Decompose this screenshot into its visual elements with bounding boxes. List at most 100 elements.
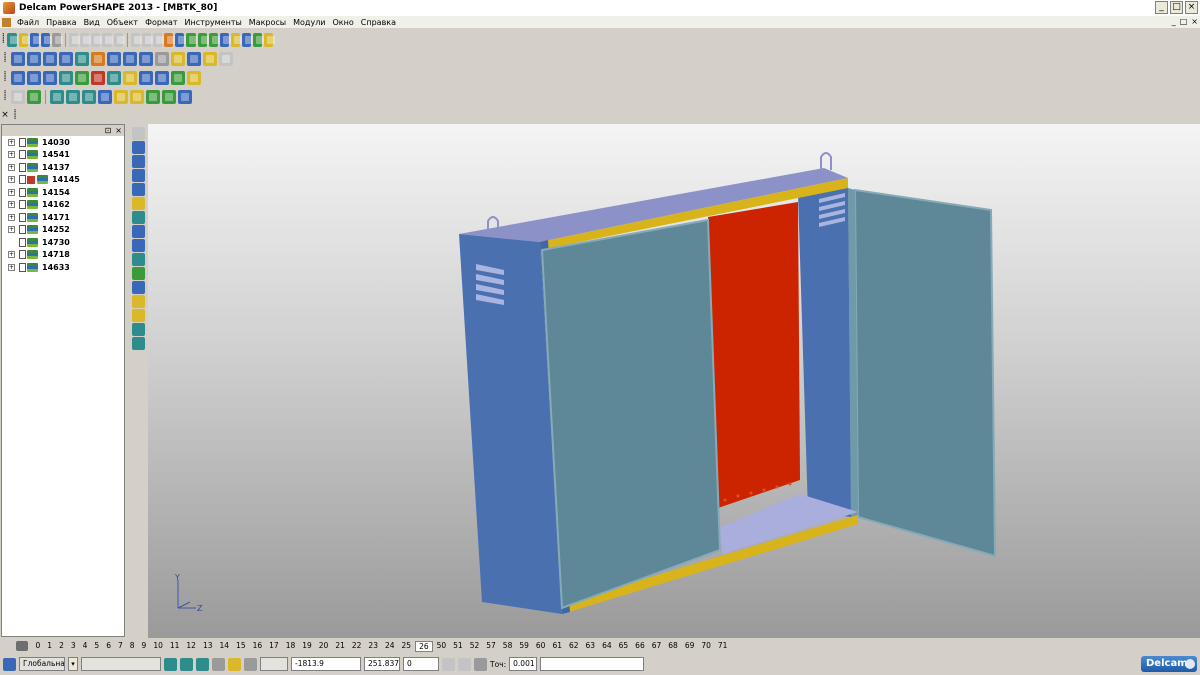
- close-button[interactable]: ×: [1185, 1, 1198, 14]
- measure-icon[interactable]: [132, 309, 145, 322]
- level-52-button[interactable]: 52: [466, 641, 483, 652]
- expand-icon[interactable]: +: [8, 251, 15, 259]
- block-icon[interactable]: [123, 70, 137, 85]
- expand-icon[interactable]: +: [8, 176, 15, 184]
- level-20-button[interactable]: 20: [315, 641, 332, 652]
- view-rotate-icon[interactable]: [75, 51, 89, 66]
- tree-item[interactable]: +14145: [2, 174, 124, 187]
- cone-icon[interactable]: [107, 70, 121, 85]
- level-12-button[interactable]: 12: [183, 641, 200, 652]
- drafting-icon[interactable]: [132, 323, 145, 336]
- close-toolbar-icon[interactable]: ×: [0, 107, 10, 124]
- menu-tools[interactable]: Инструменты: [182, 18, 246, 27]
- tolerance-icon[interactable]: [474, 657, 487, 671]
- pattern-icon[interactable]: [146, 89, 160, 104]
- level-16-button[interactable]: 16: [249, 641, 266, 652]
- arc-icon[interactable]: [43, 70, 57, 85]
- split-icon[interactable]: [178, 89, 192, 104]
- select-arrow-icon[interactable]: [132, 127, 145, 140]
- tree-item[interactable]: +14162: [2, 199, 124, 212]
- menu-macros[interactable]: Макросы: [246, 18, 290, 27]
- levels-icon[interactable]: [16, 641, 28, 651]
- level-61-button[interactable]: 61: [549, 641, 566, 652]
- level-4-button[interactable]: 4: [79, 641, 91, 652]
- command-input[interactable]: [540, 657, 645, 671]
- level-18-button[interactable]: 18: [282, 641, 299, 652]
- level-65-button[interactable]: 65: [615, 641, 632, 652]
- print-icon[interactable]: [51, 32, 63, 47]
- level-62-button[interactable]: 62: [565, 641, 582, 652]
- move-object-icon[interactable]: [132, 169, 145, 182]
- level-25-button[interactable]: 25: [398, 641, 415, 652]
- toolbar-grip-icon[interactable]: ⸽: [10, 107, 20, 124]
- workplane-select[interactable]: Глобальна: [19, 657, 65, 671]
- menu-format[interactable]: Формат: [142, 18, 181, 27]
- zoom-icon[interactable]: [107, 51, 121, 66]
- undo-icon[interactable]: [131, 32, 143, 47]
- level-14-button[interactable]: 14: [216, 641, 233, 652]
- level-11-button[interactable]: 11: [166, 641, 183, 652]
- wireframe-icon[interactable]: [187, 51, 201, 66]
- level-7-button[interactable]: 7: [114, 641, 126, 652]
- toolbar-grip-icon[interactable]: ⸽: [0, 50, 10, 67]
- level-66-button[interactable]: 66: [632, 641, 649, 652]
- sphere-icon[interactable]: [75, 70, 89, 85]
- composite-curve-icon[interactable]: [59, 70, 73, 85]
- coordinate-z-field[interactable]: 0: [403, 657, 439, 671]
- expand-icon[interactable]: +: [8, 201, 15, 209]
- tree-item[interactable]: +14137: [2, 161, 124, 174]
- solid-view-icon[interactable]: [164, 657, 177, 671]
- lighting-icon[interactable]: [203, 51, 217, 66]
- blend-icon[interactable]: [114, 89, 128, 104]
- menu-window[interactable]: Окно: [330, 18, 358, 27]
- rotate-object-icon[interactable]: [132, 183, 145, 196]
- level-60-button[interactable]: 60: [532, 641, 549, 652]
- dimension-icon[interactable]: [230, 32, 242, 47]
- menu-edit[interactable]: Правка: [43, 18, 80, 27]
- component-icon[interactable]: [155, 70, 169, 85]
- extrude-icon[interactable]: [50, 89, 64, 104]
- level-22-button[interactable]: 22: [348, 641, 365, 652]
- mirror-object-icon[interactable]: [132, 211, 145, 224]
- level-50-button[interactable]: 50: [433, 641, 450, 652]
- redo-icon[interactable]: [142, 32, 154, 47]
- tolerance-field[interactable]: 0.001: [509, 657, 538, 671]
- tree-item[interactable]: +14030: [2, 136, 124, 149]
- surface-icon[interactable]: [241, 32, 253, 47]
- menu-modules[interactable]: Модули: [290, 18, 329, 27]
- level-71-button[interactable]: 71: [714, 641, 731, 652]
- properties-icon[interactable]: [132, 337, 145, 350]
- minimize-button[interactable]: _: [1155, 1, 1168, 14]
- feature-icon[interactable]: [263, 32, 275, 47]
- coordinate-y-field[interactable]: 251.837: [364, 657, 400, 671]
- level-70-button[interactable]: 70: [698, 641, 715, 652]
- surface-tools-icon[interactable]: [132, 281, 145, 294]
- copy-object-icon[interactable]: [132, 155, 145, 168]
- level-6-button[interactable]: 6: [103, 641, 115, 652]
- copy-icon[interactable]: [80, 32, 92, 47]
- level-2-button[interactable]: 2: [56, 641, 68, 652]
- level-10-button[interactable]: 10: [150, 641, 167, 652]
- workplane-icon[interactable]: [3, 657, 16, 671]
- doc-close-button[interactable]: ×: [1191, 17, 1198, 26]
- calculator-icon[interactable]: [458, 657, 471, 671]
- workplane-dropdown-icon[interactable]: ▾: [68, 657, 78, 671]
- level-3-button[interactable]: 3: [67, 641, 79, 652]
- point-icon[interactable]: [11, 70, 25, 85]
- save-as-icon[interactable]: [40, 32, 52, 47]
- view-iso-icon[interactable]: [59, 51, 73, 66]
- new-file-icon[interactable]: [7, 32, 19, 47]
- select-icon[interactable]: [164, 32, 176, 47]
- axis-icon[interactable]: [27, 89, 41, 104]
- tree-item[interactable]: +14154: [2, 186, 124, 199]
- level-24-button[interactable]: 24: [381, 641, 398, 652]
- solid-tools-icon[interactable]: [132, 267, 145, 280]
- multi-select-icon[interactable]: [132, 141, 145, 154]
- workplane-icon[interactable]: [175, 32, 187, 47]
- expand-icon[interactable]: +: [8, 263, 15, 271]
- document-new-icon[interactable]: [27, 70, 41, 85]
- level-63-button[interactable]: 63: [582, 641, 599, 652]
- offset-object-icon[interactable]: [132, 225, 145, 238]
- level-8-button[interactable]: 8: [126, 641, 138, 652]
- level-15-button[interactable]: 15: [233, 641, 250, 652]
